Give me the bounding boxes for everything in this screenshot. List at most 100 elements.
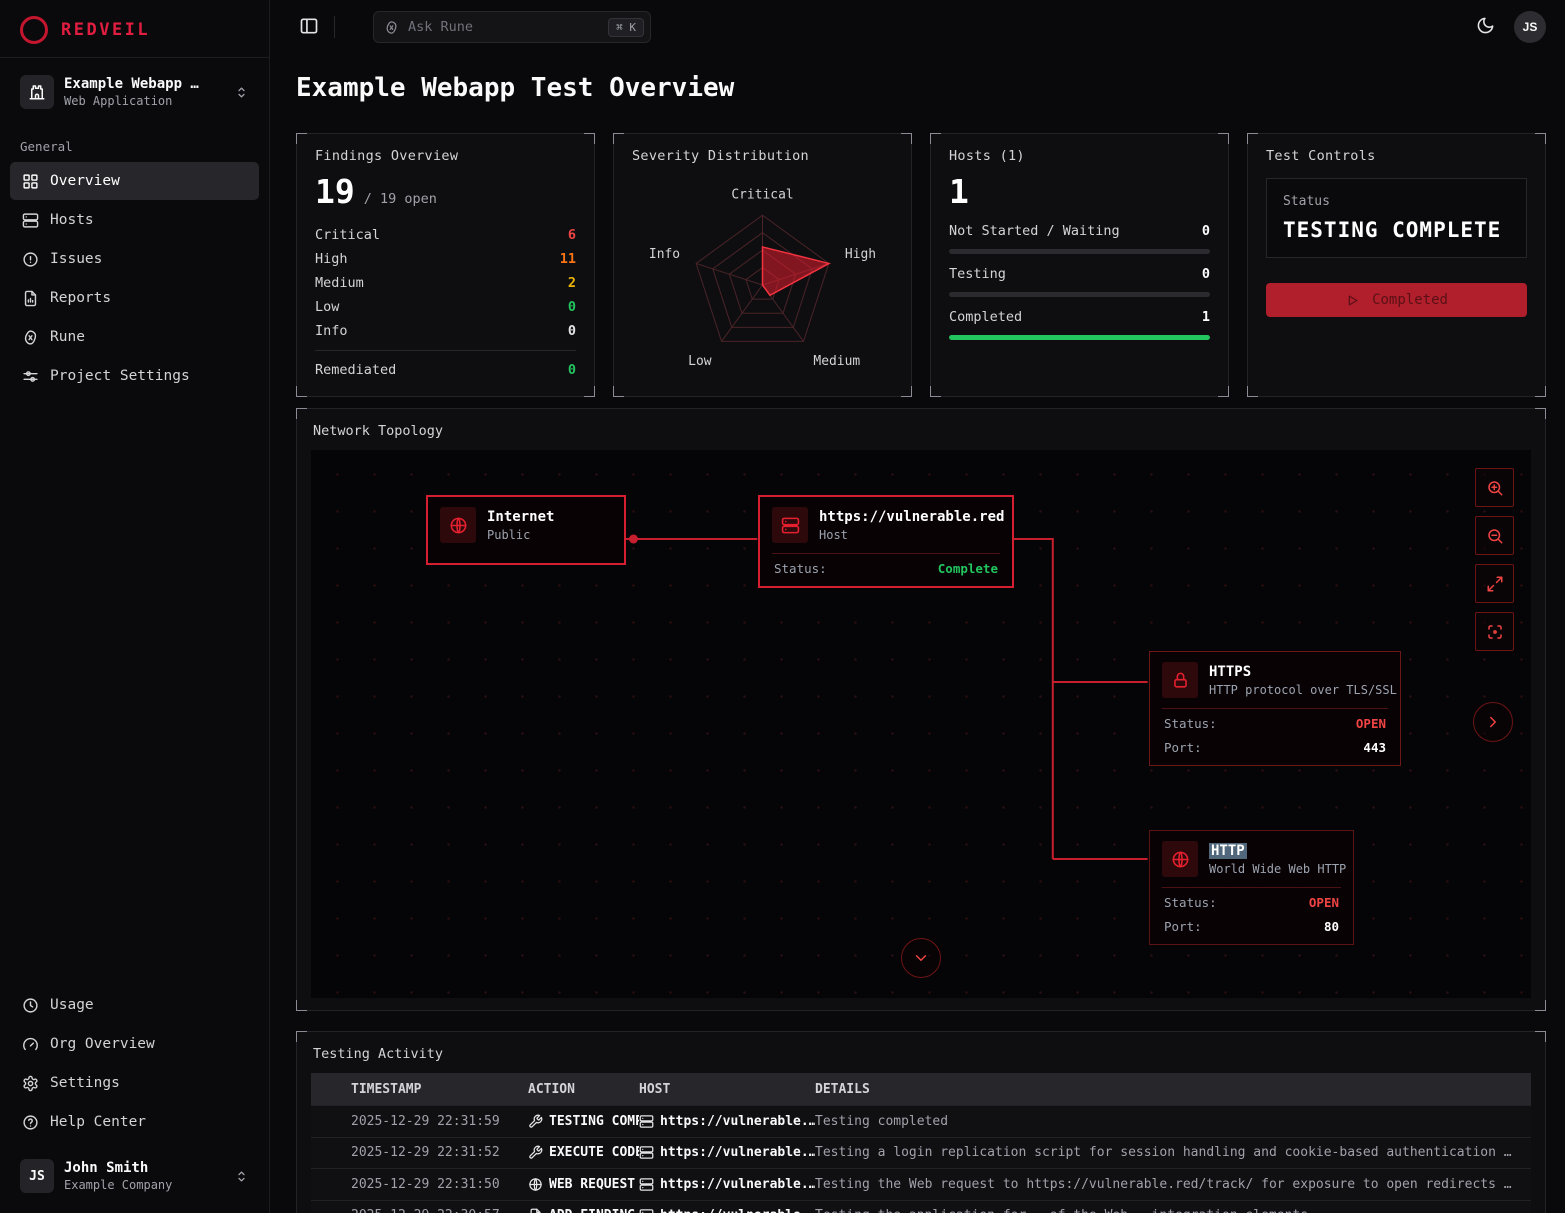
corner-decoration [296,408,307,419]
sidebar-item-label: Hosts [50,212,94,228]
sidebar-nav: Overview Hosts Issues Reports Rune Proje… [10,162,259,396]
severity-count: 2 [568,275,576,291]
sidebar-footer-nav: Usage Org Overview Settings Help Center [10,986,259,1141]
topbar: Ask Rune ⌘ K JS [296,0,1546,54]
sidebar: REDVEIL Example Webapp … Web Application… [0,0,270,1213]
expand-button[interactable] [1475,564,1514,603]
server-icon [772,507,808,543]
status-label: Status [1283,194,1510,209]
activity-row[interactable]: 2025-12-29 22:31:52 EXECUTE CODE https:/… [311,1137,1531,1169]
sidebar-item-reports[interactable]: Reports [10,279,259,317]
redveil-logo-icon [20,16,48,44]
help-icon [22,1114,39,1131]
corner-decoration [584,133,595,144]
corner-decoration [1535,408,1546,419]
fit-view-button[interactable] [1475,612,1514,651]
section-title: Network Topology [313,423,1531,439]
corner-decoration [296,1000,307,1011]
sidebar-item-project-settings[interactable]: Project Settings [10,357,259,395]
card-title: Severity Distribution [632,148,893,164]
sidebar-item-overview[interactable]: Overview [10,162,259,200]
expand-row-icon[interactable] [325,1146,338,1159]
activity-details: Testing the application for … of the Web… [815,1208,1531,1213]
status-value: Complete [938,561,998,576]
sidebar-item-org-overview[interactable]: Org Overview [10,1025,259,1063]
activity-timestamp: 2025-12-29 22:31:50 [351,1177,528,1192]
gauge-icon [22,1036,39,1053]
activity-row[interactable]: 2025-12-29 22:30:57 ADD FINDING https://… [311,1200,1531,1213]
ask-rune-search-input[interactable]: Ask Rune ⌘ K [373,11,651,43]
node-title: https://vulnerable.red [819,509,1004,525]
corner-decoration [1247,133,1258,144]
activity-row[interactable]: 2025-12-29 22:31:50 WEB REQUEST https://… [311,1168,1531,1200]
node-subtitle: Host [819,528,1004,542]
status-value: OPEN [1309,895,1339,910]
project-selector[interactable]: Example Webapp … Web Application [14,71,255,113]
expand-row-icon[interactable] [325,1209,338,1213]
corner-decoration [1535,1031,1546,1042]
sidebar-item-settings[interactable]: Settings [10,1064,259,1102]
corner-decoration [901,386,912,397]
server-icon [639,1177,654,1192]
sidebar-item-hosts[interactable]: Hosts [10,201,259,239]
column-action: ACTION [528,1082,639,1097]
globe-icon [1162,841,1198,877]
zoom-out-button[interactable] [1475,516,1514,555]
pan-right-button[interactable] [1473,702,1513,742]
sidebar-toggle-button[interactable] [296,14,322,40]
sidebar-item-usage[interactable]: Usage [10,986,259,1024]
corner-decoration [1535,133,1546,144]
brand-name: REDVEIL [61,20,150,40]
corner-decoration [296,1031,307,1042]
completed-button[interactable]: Completed [1266,283,1527,317]
sidebar-item-label: Overview [50,173,120,189]
node-subtitle: World Wide Web HTTP [1209,862,1346,876]
user-menu[interactable]: JS John Smith Example Company [14,1155,255,1197]
activity-details: Testing the Web request to https://vulne… [815,1177,1531,1192]
expand-row-icon[interactable] [325,1178,338,1191]
corner-decoration [613,386,624,397]
user-avatar-button[interactable]: JS [1514,11,1546,43]
findings-open-suffix: / 19 open [364,191,437,207]
search-placeholder: Ask Rune [408,19,473,35]
chevron-right-icon [1484,713,1502,731]
rune-icon [22,329,39,346]
status-value: TESTING COMPLETE [1283,218,1510,242]
node-http-service[interactable]: HTTP World Wide Web HTTP Status: OPEN Po… [1149,830,1354,945]
pan-down-button[interactable] [901,938,941,978]
finding-severity-row: Critical 6 [315,223,576,247]
zoom-out-icon [1486,527,1504,545]
chevrons-up-down-icon[interactable] [234,1169,249,1184]
sidebar-item-rune[interactable]: Rune [10,318,259,356]
zoom-in-icon [1486,479,1504,497]
port-value: 80 [1324,919,1339,934]
expand-row-icon[interactable] [325,1115,338,1128]
node-internet[interactable]: Internet Public [426,495,626,565]
sidebar-item-help-center[interactable]: Help Center [10,1103,259,1141]
moon-icon [1476,16,1495,35]
chevrons-up-down-icon[interactable] [234,85,249,100]
selected-text: HTTP [1209,843,1247,859]
corner-decoration [1218,386,1229,397]
play-icon [1345,293,1360,308]
severity-count: 0 [568,323,576,339]
activity-row[interactable]: 2025-12-29 22:31:59 TESTING COMP… https:… [311,1105,1531,1137]
activity-action: TESTING COMP… [549,1114,639,1129]
activity-host: https://vulnerable.… [660,1145,815,1160]
user-company: Example Company [64,1178,224,1192]
sidebar-item-issues[interactable]: Issues [10,240,259,278]
activity-details: Testing completed [815,1114,1531,1129]
zoom-in-button[interactable] [1475,468,1514,507]
node-https-service[interactable]: HTTPS HTTP protocol over TLS/SSL Status:… [1149,651,1401,766]
main-content: Ask Rune ⌘ K JS Example Webapp Test Over… [270,0,1565,1213]
findings-rows: Critical 6 High 11 Medium 2 Low 0 Info 0 [315,223,576,343]
topology-canvas[interactable]: Internet Public https://vulnerable.red H… [311,450,1531,998]
node-subtitle: HTTP protocol over TLS/SSL [1209,683,1397,697]
progress-track [949,249,1210,254]
theme-toggle-button[interactable] [1474,16,1496,38]
sidebar-item-label: Rune [50,329,85,345]
wrench-icon [528,1114,543,1129]
node-vulnerable-red[interactable]: https://vulnerable.red Host Status: Comp… [758,495,1014,588]
hosts-card: Hosts (1) 1 Not Started / Waiting 0 Test… [930,133,1229,397]
corner-decoration [901,133,912,144]
